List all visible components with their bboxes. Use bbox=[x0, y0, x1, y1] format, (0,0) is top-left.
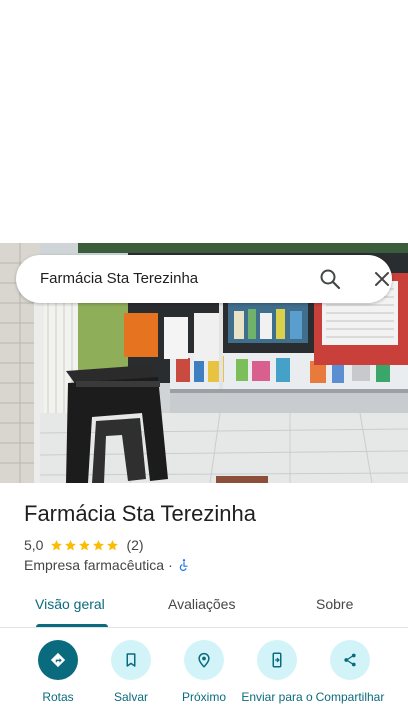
search-bar[interactable]: Farmácia Sta Terezinha bbox=[16, 255, 392, 303]
star-icon bbox=[65, 539, 77, 550]
tab-active-indicator bbox=[36, 624, 108, 627]
rating-value: 5,0 bbox=[24, 537, 44, 553]
wheelchair-accessible-icon bbox=[179, 559, 188, 571]
star-icon bbox=[51, 539, 63, 550]
separator-dot: · bbox=[168, 557, 173, 573]
star-icon bbox=[79, 539, 91, 550]
close-icon[interactable] bbox=[370, 267, 394, 291]
send-to-phone-button[interactable]: Enviar para o bbox=[238, 640, 316, 704]
place-category: Empresa farmacêutica bbox=[24, 557, 165, 573]
directions-button[interactable]: Rotas bbox=[19, 640, 97, 704]
share-label: Compartilhar bbox=[315, 690, 385, 704]
nearby-button[interactable]: Próximo bbox=[165, 640, 243, 704]
nearby-icon[interactable] bbox=[184, 640, 224, 680]
directions-icon[interactable] bbox=[38, 640, 78, 680]
share-button[interactable]: Compartilhar bbox=[311, 640, 389, 704]
bookmark-icon[interactable] bbox=[111, 640, 151, 680]
place-title: Farmácia Sta Terezinha bbox=[24, 501, 256, 526]
star-rating bbox=[50, 539, 120, 552]
map-area[interactable] bbox=[0, 0, 408, 243]
save-label: Salvar bbox=[113, 690, 148, 704]
directions-label: Rotas bbox=[42, 690, 74, 704]
tab-overview[interactable]: Visão geral bbox=[35, 596, 105, 612]
rating-row[interactable]: 5,0 (2) bbox=[24, 536, 144, 554]
action-buttons: Rotas Salvar Próximo Enviar para o Compa… bbox=[0, 640, 408, 726]
save-button[interactable]: Salvar bbox=[92, 640, 170, 704]
category-row: Empresa farmacêutica · bbox=[24, 556, 191, 574]
search-icon[interactable] bbox=[318, 267, 342, 291]
send-to-phone-icon[interactable] bbox=[257, 640, 297, 680]
review-count[interactable]: (2) bbox=[126, 537, 143, 553]
place-tabs: Visão geral Avaliações Sobre bbox=[0, 586, 408, 628]
tab-reviews[interactable]: Avaliações bbox=[168, 596, 235, 612]
star-icon bbox=[93, 539, 105, 550]
nearby-label: Próximo bbox=[181, 690, 226, 704]
share-icon[interactable] bbox=[330, 640, 370, 680]
send-to-phone-label: Enviar para o bbox=[241, 690, 313, 704]
search-input[interactable]: Farmácia Sta Terezinha bbox=[40, 270, 198, 287]
tab-about[interactable]: Sobre bbox=[316, 596, 353, 612]
star-icon bbox=[107, 539, 119, 550]
